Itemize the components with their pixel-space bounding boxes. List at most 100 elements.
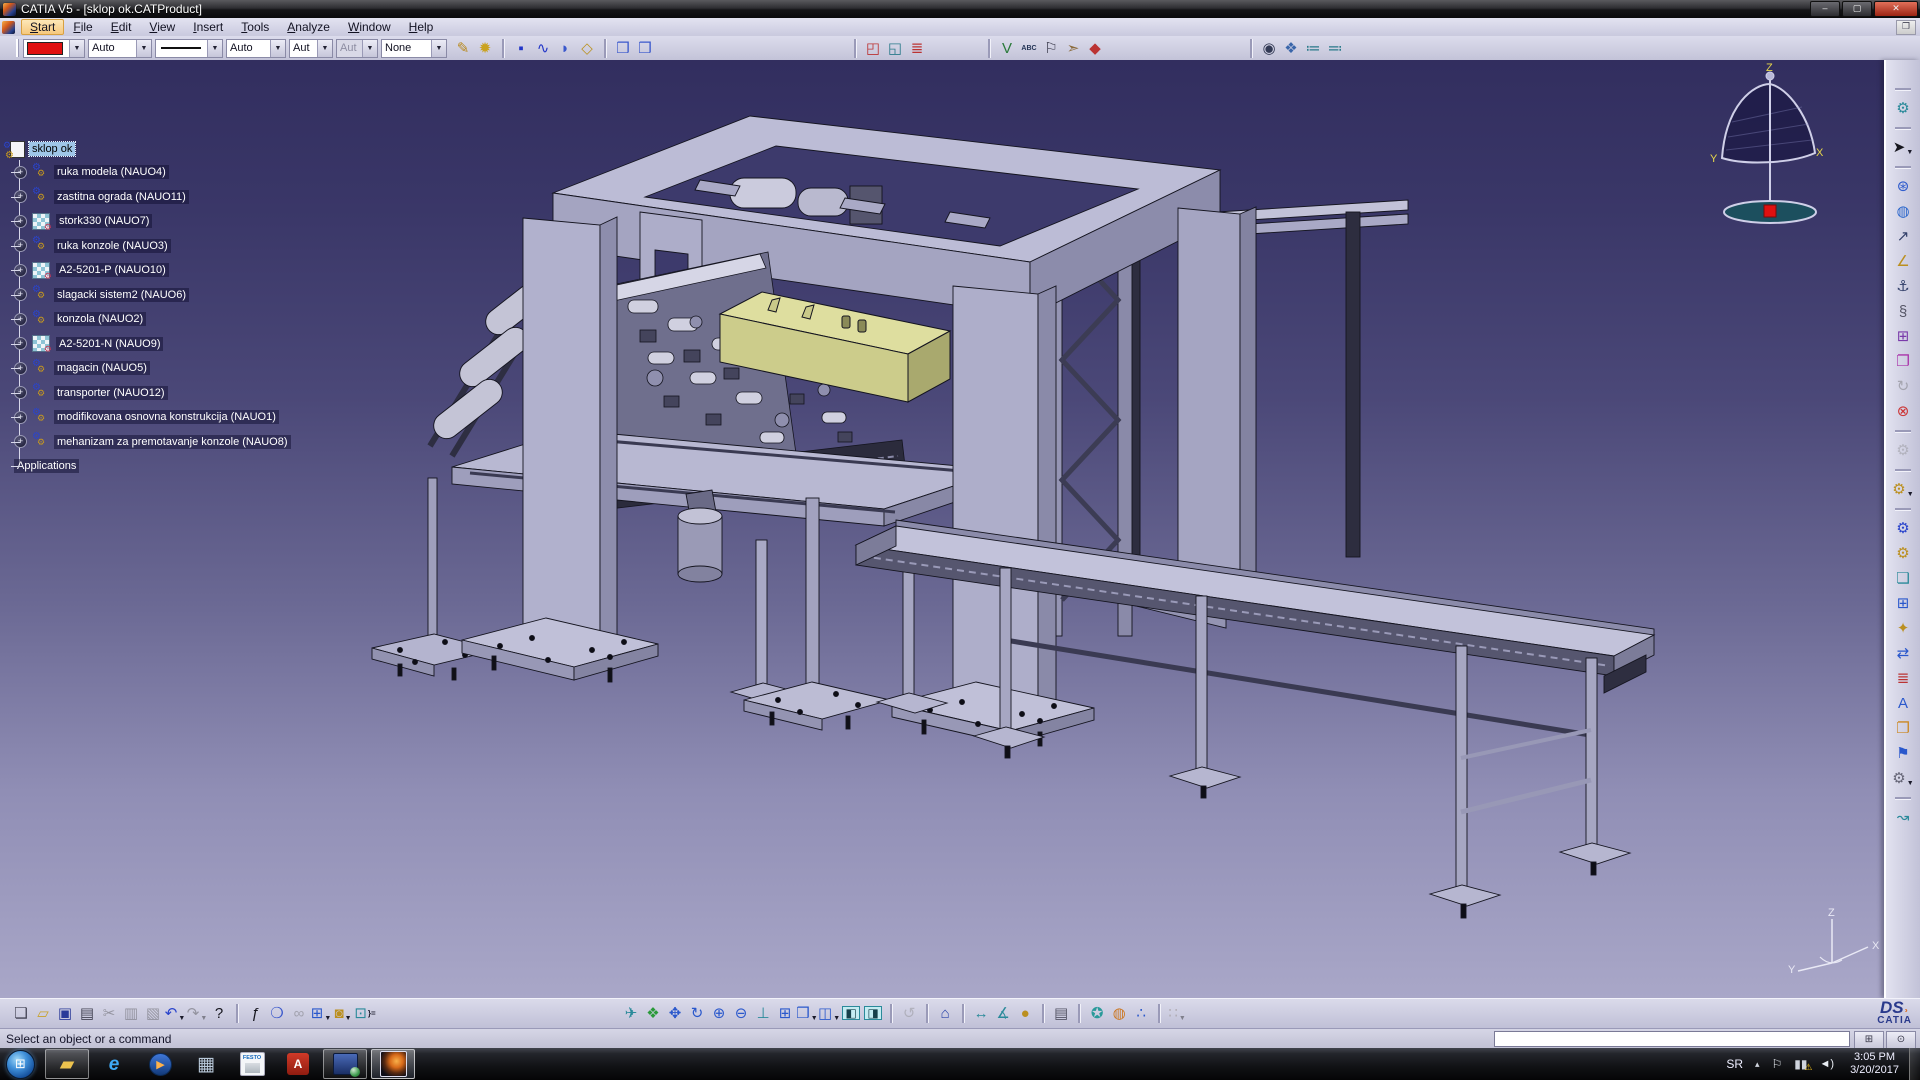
- fix-together-button[interactable]: ⊞: [1892, 326, 1914, 347]
- update-positions-button[interactable]: ◱: [884, 38, 906, 59]
- design-table-button[interactable]: ⊞▼: [310, 1003, 332, 1024]
- spline-button[interactable]: ∿: [532, 38, 554, 59]
- isometric-view-button[interactable]: ❒▼: [796, 1003, 818, 1024]
- chevron-down-icon[interactable]: ▼: [362, 40, 377, 57]
- text-with-leader-button[interactable]: ABC: [1018, 38, 1040, 59]
- undo-button[interactable]: ↶▼: [164, 1003, 186, 1024]
- apply-material-button[interactable]: ✪: [1086, 1003, 1108, 1024]
- reuse-pattern-button[interactable]: ↻: [1892, 376, 1914, 397]
- tree-item-nauo1[interactable]: +modifikovana osnovna konstrukcija (NAUO…: [14, 405, 336, 430]
- network-icon[interactable]: ▮▮⚠: [1794, 1057, 1807, 1071]
- render-style-button[interactable]: ◫▼: [818, 1003, 840, 1024]
- tree-item-nauo7[interactable]: +stork330 (NAUO7): [14, 209, 336, 234]
- tree-item-label[interactable]: transporter (NAUO12): [54, 386, 168, 400]
- tree-root-sklop-ok[interactable]: sklop ok: [6, 138, 336, 160]
- normal-view-button[interactable]: ⊥: [752, 1003, 774, 1024]
- language-indicator[interactable]: SR: [1726, 1057, 1743, 1071]
- painter-button[interactable]: ✎: [452, 38, 474, 59]
- scene-graph-1-button[interactable]: ≔: [1302, 38, 1324, 59]
- action-center-flag-icon[interactable]: ⚐: [1772, 1057, 1783, 1071]
- snap-grid-button[interactable]: ∷▼: [1166, 1003, 1188, 1024]
- chevron-down-icon[interactable]: ▼: [1906, 149, 1913, 158]
- chevron-down-icon[interactable]: ▼: [178, 1015, 185, 1024]
- taskbar-catia-v5[interactable]: [371, 1049, 415, 1079]
- open-document-button[interactable]: ▱: [32, 1003, 54, 1024]
- point-button[interactable]: ▪: [510, 38, 532, 59]
- chevron-down-icon[interactable]: ▼: [811, 1015, 818, 1024]
- chevron-down-icon[interactable]: ▼: [324, 1015, 331, 1024]
- volume-icon[interactable]: ◄): [1820, 1058, 1835, 1070]
- select-arrow-button[interactable]: ➤▼: [1892, 137, 1914, 158]
- taskbar-calculator[interactable]: ▦: [185, 1050, 227, 1078]
- replace-component-button[interactable]: ⇄: [1892, 643, 1914, 664]
- rotate-button[interactable]: ↻: [686, 1003, 708, 1024]
- new-part-button[interactable]: ⚙: [1892, 518, 1914, 539]
- dialog-toggle-button[interactable]: ⊞: [1854, 1031, 1884, 1049]
- cut-button[interactable]: ✂: [98, 1003, 120, 1024]
- new-product-button[interactable]: ⚙: [1892, 543, 1914, 564]
- hyperlink-hand-button[interactable]: ➣: [1062, 38, 1084, 59]
- taskbar-adobe-reader[interactable]: A: [277, 1050, 319, 1078]
- tree-item-label[interactable]: A2-5201-N (NAUO9): [56, 337, 163, 351]
- power-input-field[interactable]: [1494, 1031, 1850, 1047]
- tree-item-label[interactable]: mehanizam za premotavanje konzole (NAUO8…: [54, 435, 291, 449]
- tree-root-label[interactable]: sklop ok: [29, 142, 75, 156]
- tray-expand-icon[interactable]: ▴: [1755, 1059, 1760, 1070]
- flag-note-button[interactable]: ⚐: [1040, 38, 1062, 59]
- doc-search-button[interactable]: ⊙: [1886, 1031, 1916, 1049]
- measure-inertia-button[interactable]: ●: [1014, 1003, 1036, 1024]
- menu-analyze[interactable]: Analyze: [278, 19, 339, 35]
- chevron-down-icon[interactable]: ▼: [270, 40, 285, 57]
- taskbar-festo-software[interactable]: FESTO: [231, 1050, 273, 1078]
- surface-button[interactable]: ◗: [554, 38, 576, 59]
- chevron-down-icon[interactable]: ▼: [69, 40, 84, 57]
- manage-representations-button[interactable]: ⚑: [1892, 743, 1914, 764]
- 3d-compass[interactable]: Z X Y: [1702, 62, 1842, 232]
- graph-tree-reordering-button[interactable]: ≣: [1892, 668, 1914, 689]
- explode-world-button[interactable]: ◍: [1892, 201, 1914, 222]
- plane-button[interactable]: ◇: [576, 38, 598, 59]
- capture-camera-button[interactable]: ◉: [1258, 38, 1280, 59]
- existing-component-button[interactable]: ⊞: [1892, 593, 1914, 614]
- tree-item-label[interactable]: konzola (NAUO2): [54, 312, 146, 326]
- tree-item-nauo6[interactable]: +slagacki sistem2 (NAUO6): [14, 283, 336, 308]
- tree-item-nauo5[interactable]: +magacin (NAUO5): [14, 356, 336, 381]
- chevron-down-icon[interactable]: ▼: [200, 1015, 207, 1024]
- tree-item-nauo12[interactable]: +transporter (NAUO12): [14, 381, 336, 406]
- chevron-down-icon[interactable]: ▼: [431, 40, 446, 57]
- knowledge-link-button[interactable]: ∞: [288, 1003, 310, 1024]
- rotation-swirl-button[interactable]: ↺: [898, 1003, 920, 1024]
- applications-label[interactable]: Applications: [14, 459, 79, 473]
- multi-instantiation-button[interactable]: ⚙▼: [1892, 768, 1914, 789]
- dmu-navigator-button[interactable]: ⚙: [1892, 98, 1914, 119]
- menu-view[interactable]: View: [140, 19, 184, 35]
- comment-bubble-button[interactable]: ❍: [266, 1003, 288, 1024]
- tree-item-label[interactable]: ruka konzole (NAUO3): [54, 239, 171, 253]
- browser-book-button[interactable]: ⌂: [934, 1003, 956, 1024]
- tree-item-label[interactable]: ruka modela (NAUO4): [54, 165, 169, 179]
- show-desktop-button[interactable]: [1909, 1048, 1920, 1080]
- chevron-down-icon[interactable]: ▼: [833, 1015, 840, 1024]
- maximize-button[interactable]: ▢: [1842, 1, 1872, 17]
- zoom-in-button[interactable]: ⊕: [708, 1003, 730, 1024]
- start-button[interactable]: ⊞: [6, 1050, 35, 1079]
- 3d-viewport[interactable]: sklop ok +ruka modela (NAUO4)+zastitna o…: [0, 60, 1884, 998]
- new-cat-part-button[interactable]: ❏: [1892, 568, 1914, 589]
- quick-constraint-button[interactable]: ❐: [1892, 351, 1914, 372]
- menu-tools[interactable]: Tools: [232, 19, 278, 35]
- catalog-browser-button[interactable]: ⊡}=: [354, 1003, 376, 1024]
- menu-file[interactable]: File: [64, 19, 101, 35]
- fast-multi-instantiation-button[interactable]: ↝: [1892, 807, 1914, 828]
- chevron-down-icon[interactable]: ▼: [1179, 1015, 1186, 1024]
- tree-item-label[interactable]: modifikovana osnovna konstrukcija (NAUO1…: [54, 410, 279, 424]
- render-auto-2-combo[interactable]: Aut▼: [336, 39, 378, 58]
- angle-constraint-button[interactable]: ∠: [1892, 251, 1914, 272]
- chevron-down-icon[interactable]: ▼: [345, 1015, 352, 1024]
- chevron-down-icon[interactable]: ▼: [1907, 780, 1914, 789]
- taskbar-windows-explorer[interactable]: ▰: [45, 1049, 89, 1079]
- close-button[interactable]: ✕: [1874, 1, 1918, 17]
- shading-with-edges-button[interactable]: ◧: [840, 1003, 862, 1024]
- catia-app-icon[interactable]: [3, 3, 16, 16]
- tree-item-nauo2[interactable]: +konzola (NAUO2): [14, 307, 336, 332]
- selective-load-button[interactable]: ❐: [1892, 718, 1914, 739]
